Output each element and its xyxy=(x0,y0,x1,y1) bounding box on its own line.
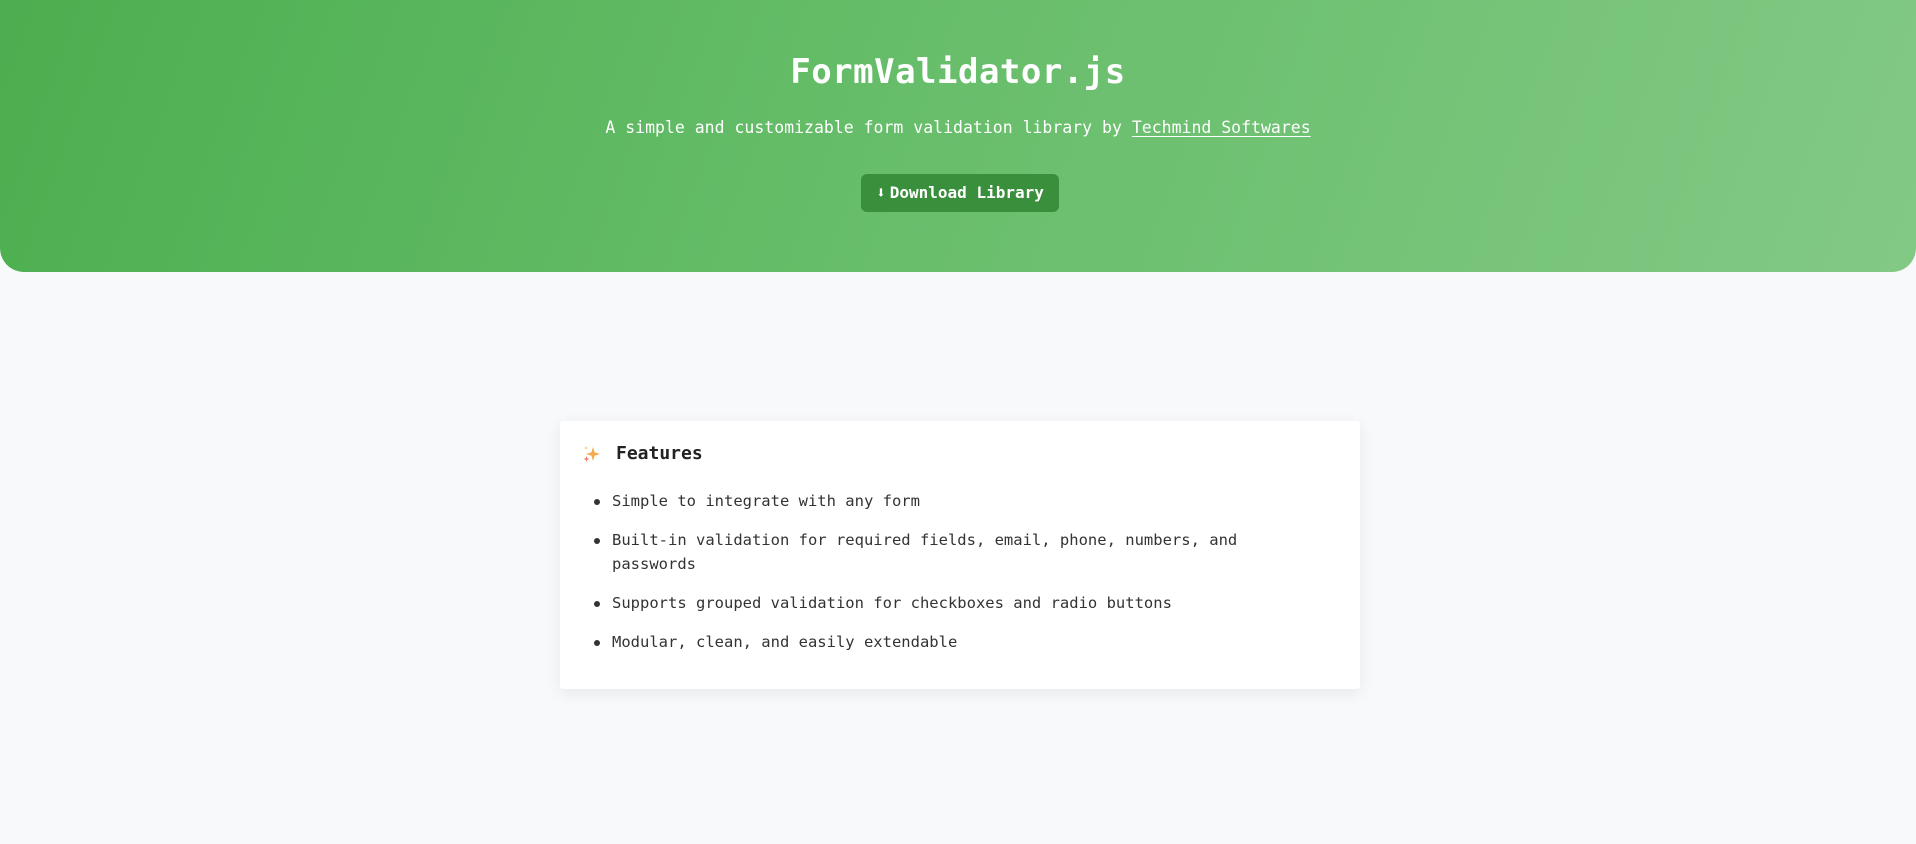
list-item: Simple to integrate with any form xyxy=(594,489,1312,513)
download-library-button[interactable]: ⬇ Download Library xyxy=(861,174,1059,212)
page-title: FormValidator.js xyxy=(790,52,1126,92)
features-header: Features xyxy=(582,443,703,464)
sparkle-icon xyxy=(583,445,600,462)
features-title: Features xyxy=(616,443,703,464)
subtitle-text: A simple and customizable form validatio… xyxy=(605,118,1132,137)
features-card: Features Simple to integrate with any fo… xyxy=(560,421,1360,689)
list-item: Supports grouped validation for checkbox… xyxy=(594,591,1312,615)
list-item: Built-in validation for required fields,… xyxy=(594,528,1312,576)
download-arrow-icon: ⬇ xyxy=(876,183,886,202)
hero-subtitle: A simple and customizable form validatio… xyxy=(0,118,1916,137)
features-list: Simple to integrate with any form Built-… xyxy=(594,489,1312,669)
techmind-softwares-link[interactable]: Techmind Softwares xyxy=(1132,118,1311,137)
hero-banner: FormValidator.js A simple and customizab… xyxy=(0,0,1916,272)
download-button-label: Download Library xyxy=(889,183,1044,202)
list-item: Modular, clean, and easily extendable xyxy=(594,630,1312,654)
